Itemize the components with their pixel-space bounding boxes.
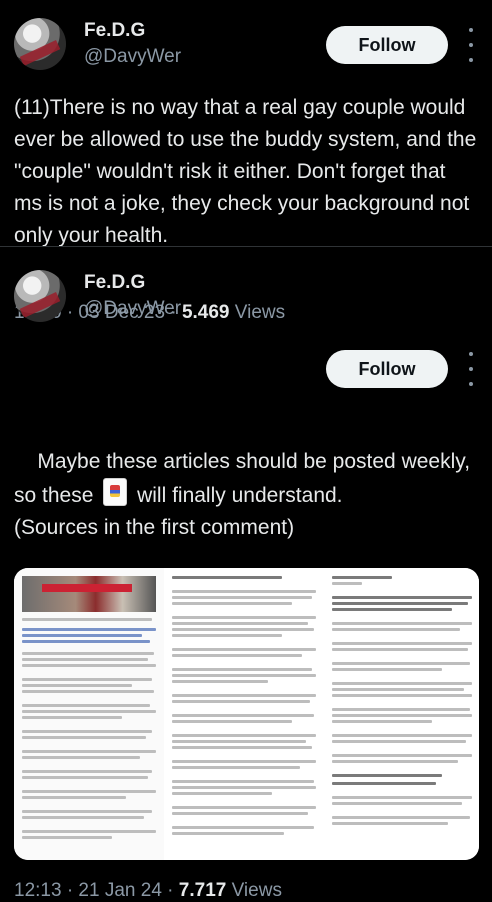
timestamp[interactable]: 12:13 · 21 Jan 24 · <box>14 880 179 901</box>
tweet-text: (11)There is no way that a real gay coup… <box>14 96 483 247</box>
tweet-meta: 12:13 · 21 Jan 24 · 7.717 Views <box>14 880 282 902</box>
tweet-text: Maybe these articles should be posted we… <box>14 414 479 576</box>
user-handle[interactable]: @DavyWer <box>84 298 181 320</box>
tweet-text-part2: will finally understand. <box>131 484 343 507</box>
avatar[interactable] <box>14 18 66 70</box>
user-handle[interactable]: @DavyWer <box>84 46 181 68</box>
tweet: Fe.D.G @DavyWer Follow Maybe these artic… <box>0 250 492 901</box>
protest-photo <box>22 576 156 612</box>
display-name[interactable]: Fe.D.G <box>84 272 145 294</box>
article-column-left <box>14 568 164 860</box>
more-vertical-icon[interactable] <box>464 352 478 386</box>
tweet: Fe.D.G @DavyWer Follow (11)There is no w… <box>0 0 492 323</box>
views-label: Views <box>226 880 282 901</box>
more-vertical-icon[interactable] <box>464 28 478 62</box>
article-column-right <box>324 568 479 860</box>
tweet-text-part3: (Sources in the first comment) <box>14 516 295 539</box>
article-column-middle <box>164 568 324 860</box>
display-name[interactable]: Fe.D.G <box>84 20 145 42</box>
follow-button[interactable]: Follow <box>326 350 448 388</box>
avatar[interactable] <box>14 270 66 322</box>
article-screenshot-image[interactable] <box>14 568 479 860</box>
views-count: 7.717 <box>178 880 227 901</box>
divider <box>0 246 492 247</box>
follow-button[interactable]: Follow <box>326 26 448 64</box>
joker-card-icon <box>103 478 128 506</box>
